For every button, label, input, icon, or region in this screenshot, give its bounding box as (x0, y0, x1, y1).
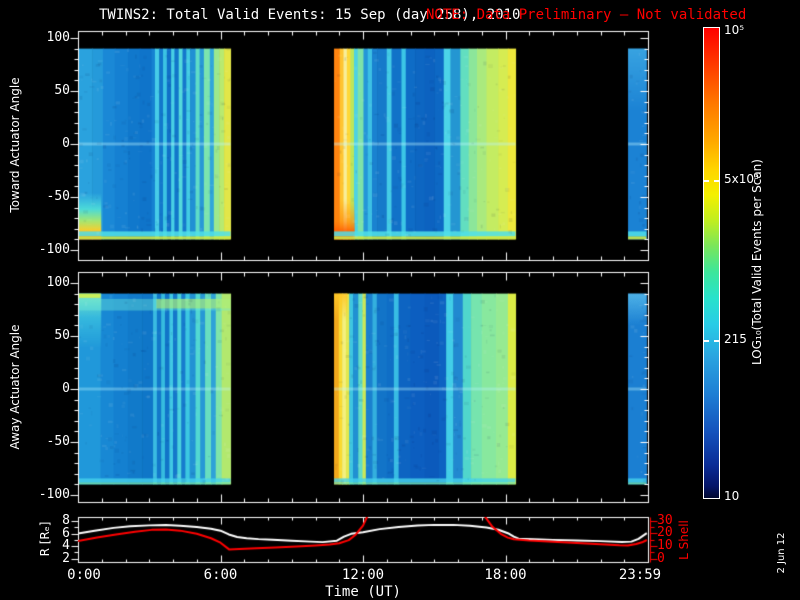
time-tick-label: 23:59 (618, 567, 662, 583)
colorbar-label: LOG₁₀(Total Valid Events per Scan) (750, 159, 764, 365)
colorbar-tick-label: 5x10³ (724, 171, 759, 186)
time-tick-label: 12:00 (341, 567, 385, 583)
colorbar-tick-label: 10⁵ (724, 23, 745, 37)
angle-tick-label: 100 (46, 275, 70, 290)
spectrogram-canvas (0, 0, 800, 600)
plot-page: TWINS2: Total Valid Events: 15 Sep (day … (0, 0, 800, 600)
time-tick-label: 6:00 (203, 567, 238, 583)
angle-tick-label: -100 (38, 487, 70, 502)
time-axis-label: Time (UT) (325, 584, 401, 600)
preliminary-note: NOTE: Data Preliminary – Not validated (426, 7, 747, 23)
angle-tick-label: -100 (38, 242, 70, 257)
angle-tick-label: 100 (46, 30, 70, 45)
time-tick-label: 0:00 (67, 567, 101, 583)
l-shell-axis-label: L Shell (677, 520, 691, 560)
angle-tick-label: -50 (46, 189, 70, 204)
away-panel-ylabel: Away Actuator Angle (8, 324, 22, 450)
date-stamp: 2 Jun 12 (776, 532, 787, 574)
angle-tick-label: -50 (46, 434, 70, 449)
angle-tick-label: 0 (62, 381, 70, 396)
toward-panel-ylabel: Toward Actuator Angle (8, 77, 22, 213)
colorbar-tick-mark (704, 340, 709, 343)
colorbar-tick-mark (704, 179, 709, 182)
colorbar-tick-label: 10 (724, 489, 740, 503)
colorbar (703, 27, 720, 499)
angle-tick-label: 0 (62, 136, 70, 151)
time-tick-label: 18:00 (484, 567, 527, 583)
colorbar-tick-mark (714, 179, 719, 182)
colorbar-tick-label: 215 (724, 332, 747, 347)
l-shell-tick-label: 30 (657, 512, 673, 528)
r-tick-label: 8 (62, 513, 70, 528)
angle-tick-label: 50 (54, 328, 70, 343)
colorbar-tick-mark (714, 340, 719, 343)
angle-tick-label: 50 (54, 83, 70, 98)
